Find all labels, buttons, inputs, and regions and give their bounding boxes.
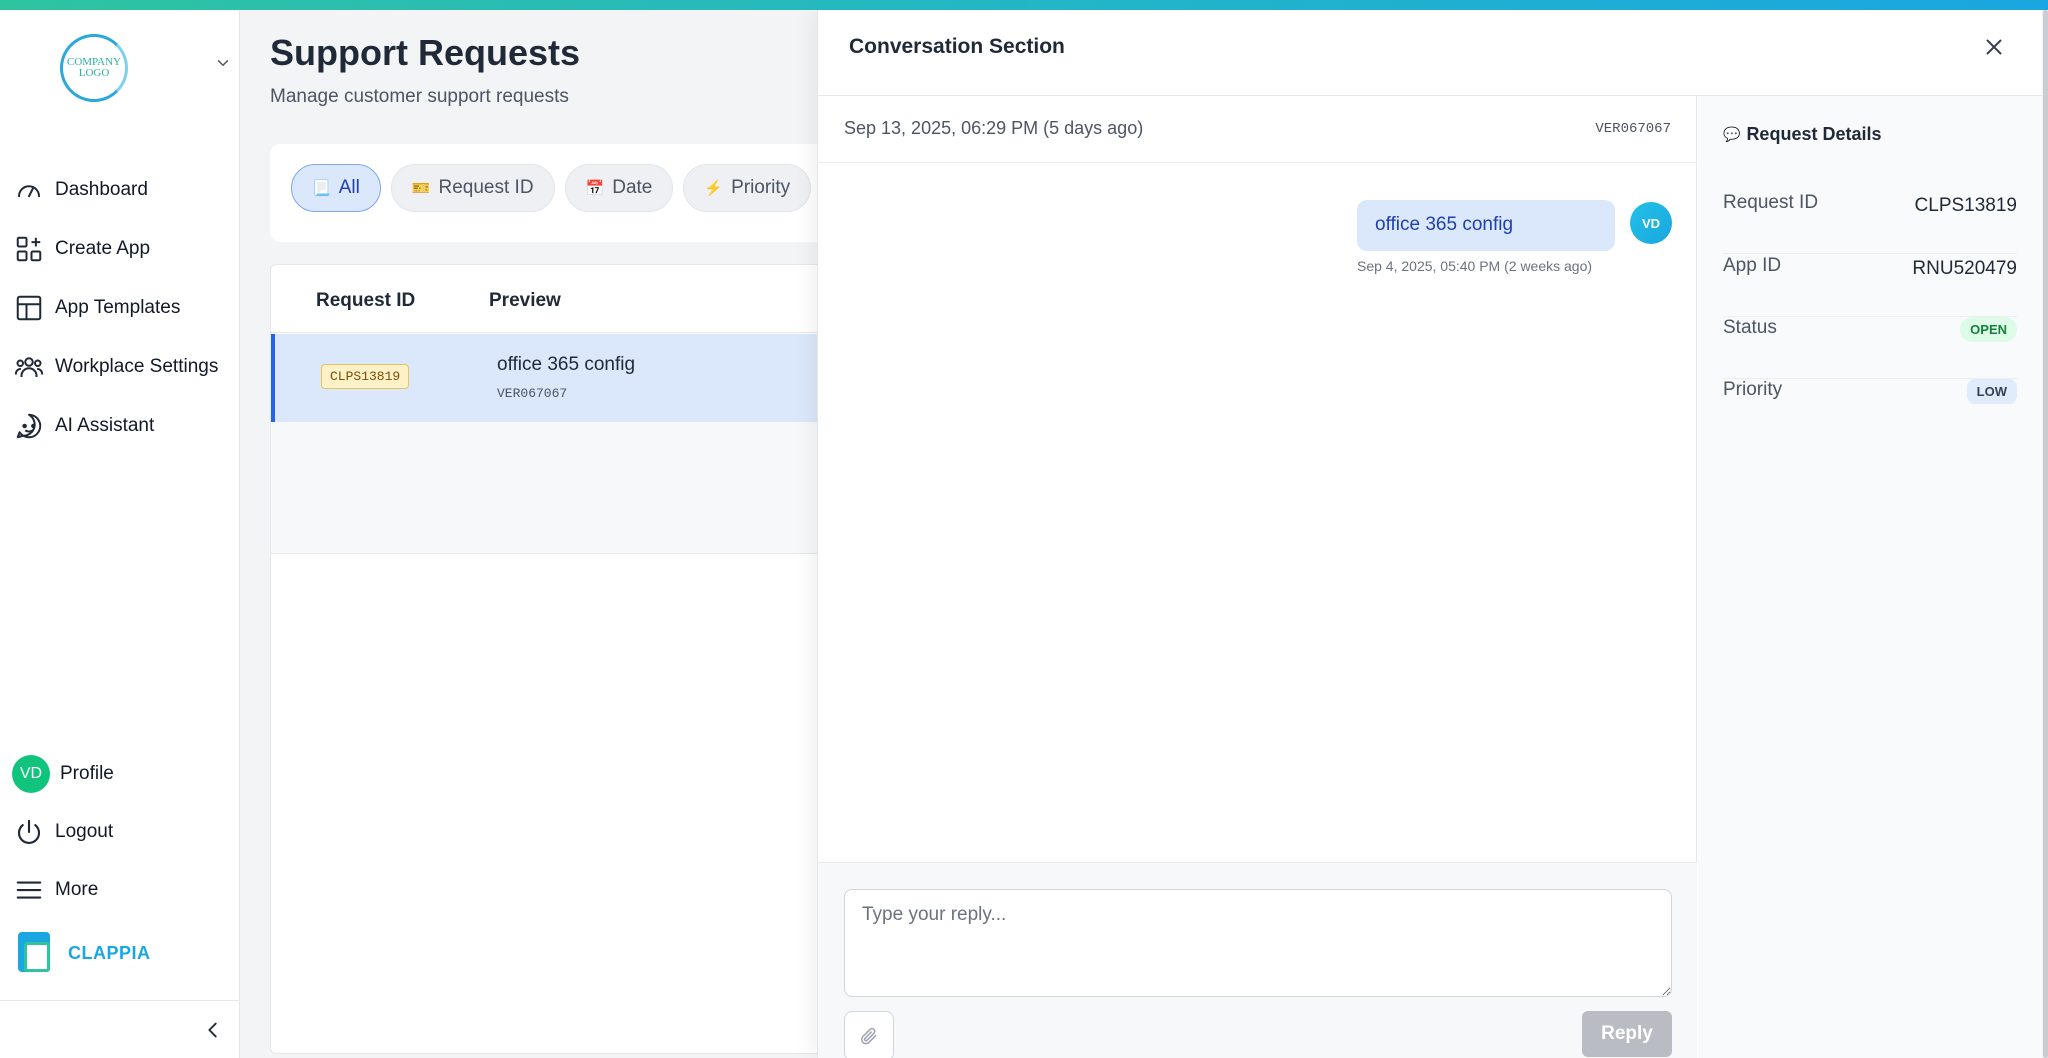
detail-request-id: Request ID CLPS13819 bbox=[1723, 192, 2017, 254]
requests-table: Request ID Preview CLPS13819 office 365 … bbox=[270, 264, 871, 1054]
brand-name: CLAPPIA bbox=[68, 942, 151, 963]
detail-label: App ID bbox=[1723, 255, 1782, 276]
speech-bubble-icon: 💬 bbox=[1723, 126, 1741, 142]
sidebar-nav: Dashboard Create App App Templates Workp… bbox=[0, 160, 240, 455]
detail-value: CLPS13819 bbox=[1914, 195, 2017, 216]
detail-label: Status bbox=[1723, 317, 1777, 338]
filter-label: Priority bbox=[731, 177, 791, 198]
filter-label: All bbox=[338, 177, 360, 198]
power-icon bbox=[18, 819, 40, 844]
table-header: Request ID Preview bbox=[271, 265, 871, 333]
filter-label: Request ID bbox=[438, 177, 534, 198]
conversation-id: VER067067 bbox=[1595, 121, 1671, 137]
conversation-date: Sep 13, 2025, 06:29 PM (5 days ago) bbox=[844, 118, 1144, 138]
filter-date[interactable]: 📅 Date bbox=[564, 164, 674, 212]
message-bubble: office 365 config bbox=[1357, 200, 1615, 251]
detail-label: Priority bbox=[1723, 379, 1783, 400]
sidebar-bottom-nav: VD Profile Logout More bbox=[0, 745, 240, 919]
menu-icon bbox=[16, 881, 42, 899]
status-badge: OPEN bbox=[1960, 317, 2017, 342]
detail-status: Status OPEN bbox=[1723, 317, 2017, 379]
sidebar-item-workplace-settings[interactable]: Workplace Settings bbox=[0, 337, 240, 396]
dashboard-icon bbox=[18, 184, 40, 197]
reply-area: Reply bbox=[818, 862, 1697, 1058]
details-heading: 💬 Request Details bbox=[1723, 124, 1881, 145]
sidebar-item-create-app[interactable]: Create App bbox=[0, 219, 240, 278]
sidebar-item-label: Profile bbox=[60, 763, 114, 784]
close-icon[interactable] bbox=[1981, 34, 2007, 60]
conversation-meta: Sep 13, 2025, 06:29 PM (5 days ago) VER0… bbox=[818, 96, 1697, 163]
chevron-left-icon bbox=[208, 1022, 217, 1038]
logo-text: COMPANY LOGO bbox=[66, 56, 121, 79]
sidebar-item-logout[interactable]: Logout bbox=[0, 803, 240, 861]
detail-app-id: App ID RNU520479 bbox=[1723, 255, 2017, 317]
drawer-title: Conversation Section bbox=[849, 35, 1065, 58]
attach-button[interactable] bbox=[844, 1011, 894, 1058]
filter-bar: 📃 All 🎫 Request ID 📅 Date ⚡ Priority bbox=[270, 144, 870, 242]
calendar-icon: 📅 bbox=[585, 180, 605, 197]
brand-logo[interactable]: CLAPPIA bbox=[18, 932, 151, 974]
collapse-sidebar-button[interactable] bbox=[0, 1000, 240, 1058]
column-header-preview[interactable]: Preview bbox=[489, 290, 561, 312]
avatar: VD bbox=[12, 755, 50, 793]
sidebar-item-profile[interactable]: VD Profile bbox=[0, 745, 240, 803]
ai-chat-icon bbox=[16, 413, 42, 438]
page-subtitle: Manage customer support requests bbox=[270, 86, 569, 107]
sidebar-item-app-templates[interactable]: App Templates bbox=[0, 278, 240, 337]
row-preview-sub: VER067067 bbox=[497, 386, 568, 401]
clappia-logo-icon bbox=[18, 932, 56, 974]
table-row[interactable]: CLPS13819 office 365 config VER067067 bbox=[271, 334, 871, 422]
conversation-panel: Sep 13, 2025, 06:29 PM (5 days ago) VER0… bbox=[818, 96, 1697, 1058]
detail-label: Request ID bbox=[1723, 192, 1819, 213]
scrollbar-thumb[interactable] bbox=[2043, 10, 2048, 1058]
request-id-badge: CLPS13819 bbox=[321, 364, 410, 389]
sidebar-item-label: Logout bbox=[55, 821, 114, 842]
filter-all[interactable]: 📃 All bbox=[291, 164, 381, 212]
filter-priority[interactable]: ⚡ Priority bbox=[683, 164, 812, 212]
sidebar-item-label: App Templates bbox=[55, 296, 181, 318]
reply-button[interactable]: Reply bbox=[1582, 1011, 1672, 1057]
table-empty-area bbox=[271, 422, 871, 554]
document-icon: 📃 bbox=[312, 180, 331, 197]
priority-badge: LOW bbox=[1966, 379, 2017, 404]
sidebar: COMPANY LOGO Dashboard Create App App Te… bbox=[0, 10, 240, 1058]
avatar: VD bbox=[1630, 202, 1672, 244]
sidebar-item-label: Create App bbox=[55, 237, 151, 259]
paperclip-icon bbox=[860, 1027, 877, 1045]
row-preview-title: office 365 config bbox=[497, 354, 636, 375]
column-header-request-id[interactable]: Request ID bbox=[316, 290, 415, 312]
drawer-header: Conversation Section bbox=[818, 10, 2042, 96]
conversation-drawer: Conversation Section Sep 13, 2025, 06:29… bbox=[817, 10, 2048, 1058]
reply-input[interactable] bbox=[844, 889, 1672, 997]
top-accent-bar bbox=[0, 0, 2048, 10]
chevron-down-icon[interactable] bbox=[214, 54, 232, 72]
create-app-icon bbox=[16, 236, 42, 261]
templates-icon bbox=[16, 295, 42, 320]
lightning-icon: ⚡ bbox=[704, 180, 724, 197]
filter-request-id[interactable]: 🎫 Request ID bbox=[390, 164, 555, 212]
sidebar-item-more[interactable]: More bbox=[0, 861, 240, 919]
request-details-panel: 💬 Request Details Request ID CLPS13819 A… bbox=[1698, 96, 2042, 1058]
sidebar-item-label: AI Assistant bbox=[55, 414, 155, 436]
company-logo[interactable]: COMPANY LOGO bbox=[60, 34, 128, 102]
page-title: Support Requests bbox=[270, 32, 581, 73]
details-heading-text: Request Details bbox=[1746, 124, 1882, 144]
filter-label: Date bbox=[612, 177, 653, 198]
sidebar-item-label: Workplace Settings bbox=[55, 355, 219, 377]
ticket-icon: 🎫 bbox=[411, 180, 431, 197]
sidebar-item-label: Dashboard bbox=[55, 178, 148, 200]
detail-value: RNU520479 bbox=[1912, 258, 2017, 279]
sidebar-item-label: More bbox=[55, 879, 99, 900]
sidebar-item-dashboard[interactable]: Dashboard bbox=[0, 160, 240, 219]
scrollbar[interactable] bbox=[2042, 10, 2048, 1058]
users-icon bbox=[14, 356, 44, 377]
message-timestamp: Sep 4, 2025, 05:40 PM (2 weeks ago) bbox=[1357, 258, 1593, 274]
sidebar-item-ai-assistant[interactable]: AI Assistant bbox=[0, 396, 240, 455]
detail-priority: Priority LOW bbox=[1723, 379, 2017, 441]
